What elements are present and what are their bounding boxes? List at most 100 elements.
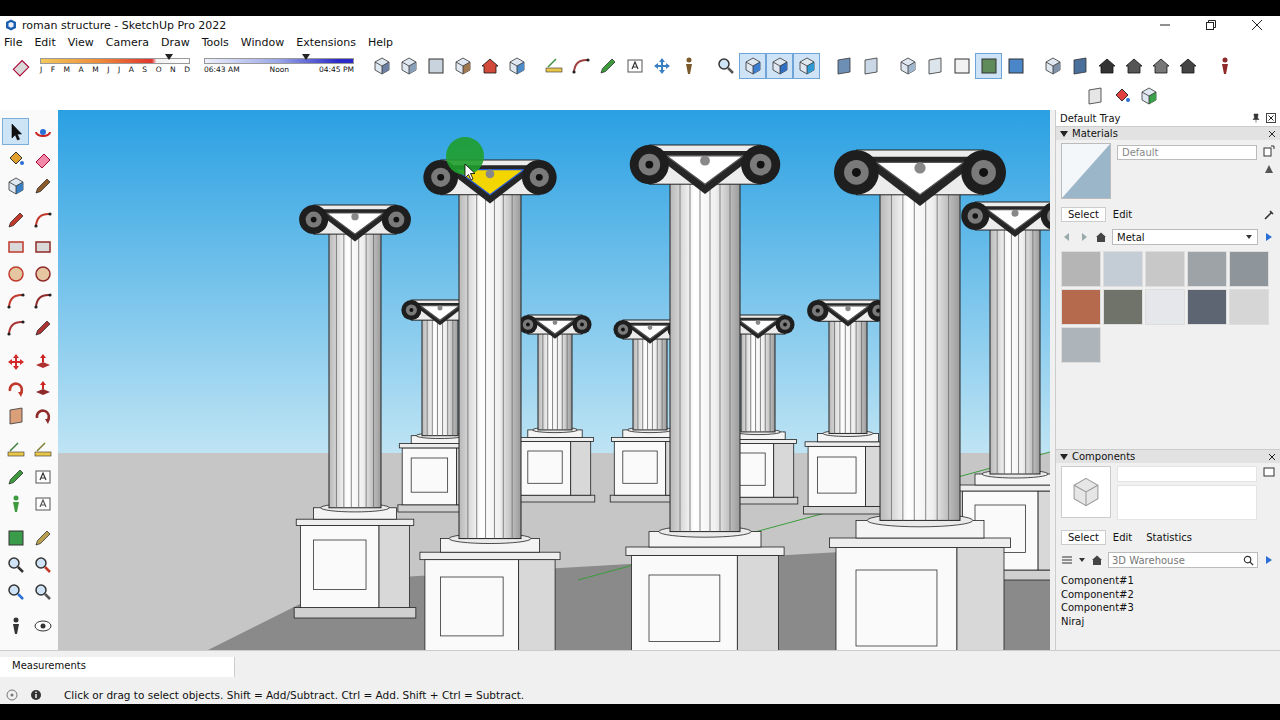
create-material-icon[interactable]: [1263, 145, 1275, 157]
toolbar-button[interactable]: [368, 53, 395, 79]
material-swatch[interactable]: [1187, 251, 1227, 287]
toolbar-button[interactable]: [395, 53, 422, 79]
column[interactable]: [294, 205, 416, 618]
column[interactable]: [623, 145, 787, 650]
time-slider-thumb[interactable]: [302, 54, 310, 60]
close-icon[interactable]: [1268, 453, 1276, 461]
tool-button[interactable]: [2, 172, 29, 199]
toolbar-button[interactable]: [766, 53, 793, 79]
column[interactable]: [417, 160, 562, 650]
toolbar-tool-icon[interactable]: [952, 56, 972, 76]
tool-icon[interactable]: [33, 406, 53, 426]
tool-icon[interactable]: [6, 582, 26, 602]
tool-icon[interactable]: [33, 467, 53, 487]
tool-button[interactable]: [29, 348, 56, 375]
tool-icon[interactable]: [6, 440, 26, 460]
toolbar-tool-icon[interactable]: [571, 56, 591, 76]
toolbar-tool-icon[interactable]: [1070, 56, 1090, 76]
toolbar-button[interactable]: [921, 53, 948, 79]
tab[interactable]: Edit: [1106, 530, 1139, 545]
tool-icon[interactable]: [33, 379, 53, 399]
tab[interactable]: Edit: [1106, 207, 1139, 222]
toolbar-tool-icon[interactable]: [372, 56, 392, 76]
tool-button[interactable]: [2, 612, 29, 639]
column[interactable]: [826, 150, 1013, 650]
tool-icon[interactable]: [33, 176, 53, 196]
toolbar-button[interactable]: [712, 53, 739, 79]
tool-button[interactable]: [29, 578, 56, 605]
tool-icon[interactable]: [6, 122, 26, 142]
tool-icon[interactable]: [6, 616, 26, 636]
extension-icon[interactable]: [1112, 86, 1132, 106]
component-description-field[interactable]: [1117, 485, 1257, 520]
toolbar-button[interactable]: [739, 53, 766, 79]
tool-button[interactable]: [2, 524, 29, 551]
tool-button[interactable]: [29, 436, 56, 463]
material-name-field[interactable]: Default: [1117, 145, 1257, 160]
toolbar-tool-icon[interactable]: [979, 56, 999, 76]
home-icon[interactable]: [1095, 231, 1107, 243]
toolbar-tool-icon[interactable]: [544, 56, 564, 76]
tool-icon[interactable]: [33, 122, 53, 142]
tool-icon[interactable]: [33, 237, 53, 257]
tool-icon[interactable]: [33, 528, 53, 548]
time-slider[interactable]: 06:43 AMNoon04:45 PM: [204, 54, 354, 78]
tool-button[interactable]: [29, 551, 56, 578]
toolbar-tool-icon[interactable]: [598, 56, 618, 76]
toolbar-tool-icon[interactable]: [770, 56, 790, 76]
restore-icon[interactable]: [1188, 16, 1234, 34]
menu-item[interactable]: Extensions: [296, 36, 356, 49]
toolbar-button[interactable]: [567, 53, 594, 79]
tool-icon[interactable]: [6, 467, 26, 487]
tool-icon[interactable]: [33, 264, 53, 284]
tool-icon[interactable]: [6, 176, 26, 196]
tool-icon[interactable]: [33, 352, 53, 372]
toolbar-tool-icon[interactable]: [480, 56, 500, 76]
tool-icon[interactable]: [6, 352, 26, 372]
tool-button[interactable]: [29, 402, 56, 429]
geolocation-icon[interactable]: [6, 689, 18, 701]
tool-icon[interactable]: [33, 440, 53, 460]
scene-canvas[interactable]: [58, 110, 1050, 650]
dropdown-icon[interactable]: [1078, 556, 1086, 564]
toolbar-button[interactable]: [857, 53, 884, 79]
library-dropdown[interactable]: Metal: [1112, 229, 1258, 245]
material-swatch[interactable]: [1103, 251, 1143, 287]
tool-icon[interactable]: [6, 291, 26, 311]
tab[interactable]: Select: [1061, 530, 1106, 545]
menu-item[interactable]: Camera: [106, 36, 149, 49]
material-swatch[interactable]: [1061, 289, 1101, 325]
materials-header[interactable]: Materials: [1056, 126, 1280, 140]
view-options-icon[interactable]: [1061, 554, 1073, 566]
month-slider[interactable]: JFMAMJJASOND: [40, 54, 190, 78]
tool-button[interactable]: [2, 233, 29, 260]
sandbox-icon[interactable]: [1085, 86, 1105, 106]
toolbar-tool-icon[interactable]: [1151, 56, 1171, 76]
tool-icon[interactable]: [6, 379, 26, 399]
tool-button[interactable]: [29, 145, 56, 172]
toolbar-tool-icon[interactable]: [399, 56, 419, 76]
toolbar-tool-icon[interactable]: [652, 56, 672, 76]
tool-button[interactable]: [29, 118, 56, 145]
forward-icon[interactable]: [1078, 231, 1090, 243]
tool-button[interactable]: [2, 578, 29, 605]
toolbar-button[interactable]: [449, 53, 476, 79]
menu-item[interactable]: Help: [368, 36, 393, 49]
toolbar-button[interactable]: [540, 53, 567, 79]
toolbar-button[interactable]: [975, 53, 1002, 79]
pin-icon[interactable]: [1251, 113, 1261, 123]
expand-icon[interactable]: [1060, 453, 1068, 461]
component-item[interactable]: Niraj: [1061, 615, 1275, 629]
toolbar-button[interactable]: [948, 53, 975, 79]
tool-button[interactable]: [29, 463, 56, 490]
toolbar-tool-icon[interactable]: [1178, 56, 1198, 76]
toolbar-button[interactable]: [1135, 83, 1162, 109]
material-swatch[interactable]: [1229, 289, 1269, 325]
tool-button[interactable]: [29, 233, 56, 260]
toolbar-tool-icon[interactable]: [716, 56, 736, 76]
toolbar-button[interactable]: [675, 53, 702, 79]
tool-icon[interactable]: [6, 528, 26, 548]
tool-icon[interactable]: [6, 494, 26, 514]
tool-button[interactable]: [2, 463, 29, 490]
tool-icon[interactable]: [6, 406, 26, 426]
